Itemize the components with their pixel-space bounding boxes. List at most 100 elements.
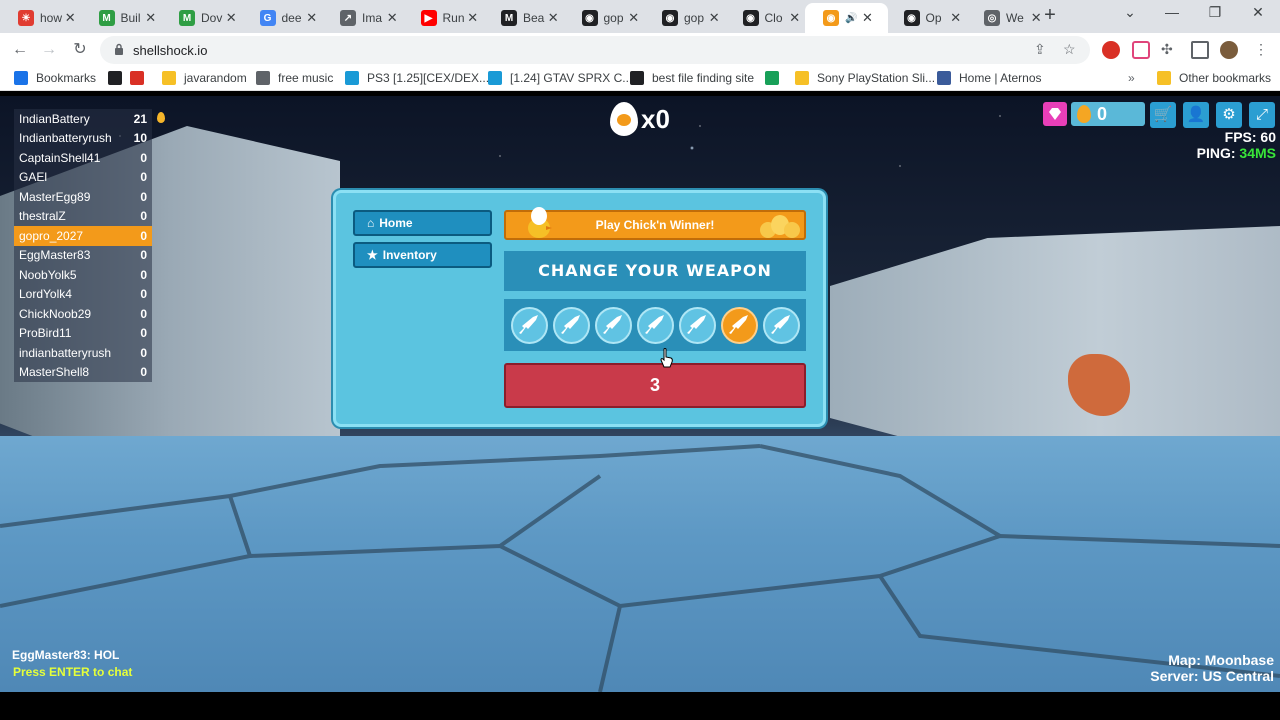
add-friend-button[interactable]: 👤 xyxy=(1183,102,1209,128)
settings-button[interactable]: ⚙ xyxy=(1216,102,1242,128)
weapon-slot-whipper[interactable] xyxy=(678,306,716,344)
tab-close-icon[interactable]: ✕ xyxy=(949,10,962,26)
bookmark-item[interactable]: javarandom xyxy=(162,71,247,85)
address-bar[interactable]: shellshock.io ⇪ ☆ xyxy=(100,36,1090,64)
tab-close-icon[interactable]: ✕ xyxy=(708,10,721,26)
tab-favicon-icon: ◉ xyxy=(823,10,839,26)
player-score: 10 xyxy=(133,131,147,146)
extension-icon[interactable] xyxy=(1132,41,1150,59)
browser-tab[interactable]: Gdee ✕ xyxy=(242,3,325,33)
tab-close-icon[interactable]: ✕ xyxy=(386,10,399,26)
tab-close-icon[interactable]: ✕ xyxy=(788,10,801,26)
browser-tab[interactable]: M Bea ✕ xyxy=(483,3,566,33)
puzzle-icon[interactable]: ✣ xyxy=(1161,41,1179,59)
bookmark-item[interactable] xyxy=(765,71,779,85)
tab-title: Dov xyxy=(201,11,223,25)
game-viewport[interactable]: IndianBattery 21 Indianbatteryrush 10 Captai… xyxy=(0,96,1280,692)
gun-icon xyxy=(561,315,580,334)
bookmark-label: Home | Aternos xyxy=(959,71,1042,85)
browser-tab[interactable]: ◉ Op ✕ xyxy=(886,3,969,33)
bookmark-item[interactable]: Home | Aternos xyxy=(937,71,1042,85)
browser-tab[interactable]: ◉ Clo ✕ xyxy=(725,3,808,33)
forward-button[interactable]: → xyxy=(38,39,60,61)
tab-close-icon[interactable]: ✕ xyxy=(547,10,560,26)
tab-favicon-icon: M xyxy=(98,10,115,26)
shop-cart-button[interactable]: 🛒 xyxy=(1150,102,1176,128)
tab-close-icon[interactable]: ✕ xyxy=(466,10,479,26)
browser-toolbar: ← → ↻ shellshock.io ⇪ ☆ ✣ ⋮ xyxy=(0,33,1280,67)
bookmark-item[interactable] xyxy=(108,71,122,85)
share-icon[interactable]: ⇪ xyxy=(1034,41,1046,58)
chat-hint[interactable]: Press ENTER to chat xyxy=(13,665,132,679)
browser-tab[interactable]: M Dov ✕ xyxy=(161,3,244,33)
inventory-button[interactable]: ★ Inventory xyxy=(353,242,492,268)
tab-favicon-icon: ◉ xyxy=(662,10,678,26)
tab-close-icon[interactable]: ✕ xyxy=(305,10,318,26)
other-bookmarks[interactable]: Other bookmarks xyxy=(1157,71,1271,85)
weapon-slot-scrambler[interactable] xyxy=(552,306,590,344)
other-bookmarks-label: Other bookmarks xyxy=(1179,71,1272,85)
bookmark-icon xyxy=(162,71,176,85)
bookmark-star-icon[interactable]: ☆ xyxy=(1063,41,1076,58)
avatar[interactable] xyxy=(1220,41,1238,59)
back-button[interactable]: ← xyxy=(9,39,31,61)
bookmark-item[interactable]: best file finding site xyxy=(630,71,754,85)
scoreboard-row: thestralZ 0 xyxy=(14,206,152,226)
weapon-slot-rpegg[interactable] xyxy=(636,306,674,344)
bookmark-icon xyxy=(130,71,144,85)
player-name: IndianBattery xyxy=(19,111,90,126)
scoreboard: IndianBattery 21 Indianbatteryrush 10 Captai… xyxy=(14,109,152,382)
minimize-button[interactable]: — xyxy=(1160,4,1184,20)
weapon-slot-free-ranger[interactable] xyxy=(594,306,632,344)
browser-tab[interactable]: ▶ Run ✕ xyxy=(403,3,486,33)
tab-close-icon[interactable]: ✕ xyxy=(144,10,157,26)
more-bookmarks-icon[interactable]: » xyxy=(1128,71,1135,85)
tab-favicon-icon: M xyxy=(501,10,517,26)
tab-close-icon[interactable]: ✕ xyxy=(64,10,77,26)
browser-tab[interactable]: ◉ gop ✕ xyxy=(644,3,727,33)
home-button[interactable]: ⌂ Home xyxy=(353,210,492,236)
bookmark-item[interactable]: Sony PlayStation Sli... xyxy=(795,71,935,85)
extension-icon[interactable] xyxy=(1102,41,1120,59)
bookmark-icon xyxy=(795,71,809,85)
close-window-button[interactable]: ✕ xyxy=(1246,4,1270,21)
bookmark-item[interactable]: Bookmarks xyxy=(14,71,96,85)
scoreboard-row: CaptainShell41 0 xyxy=(14,148,152,168)
respawn-countdown-button[interactable]: 3 xyxy=(504,363,806,408)
tab-search-icon[interactable]: ⌄ xyxy=(1118,4,1142,21)
menu-icon[interactable]: ⋮ xyxy=(1252,41,1270,59)
tab-title: Run xyxy=(442,11,465,25)
browser-tab[interactable]: ↗ Ima ✕ xyxy=(322,3,405,33)
scoreboard-row: EggMaster83 0 xyxy=(14,245,152,265)
restore-button[interactable]: ❐ xyxy=(1203,4,1227,21)
reload-button[interactable]: ↻ xyxy=(69,39,91,61)
weapon-slot-eggk47[interactable] xyxy=(510,306,548,344)
tab-title: gop xyxy=(603,11,624,25)
bookmark-item[interactable]: [1.24] GTAV SPRX C... xyxy=(488,71,632,85)
tab-close-icon[interactable]: ✕ xyxy=(859,10,875,26)
speaker-icon[interactable]: 🔊 xyxy=(845,13,857,24)
bookmark-item[interactable]: PS3 [1.25][CEX/DEX... xyxy=(345,71,489,85)
bookmark-label: Bookmarks xyxy=(36,71,97,85)
star-icon: ★ xyxy=(367,248,378,262)
play-chick-winner-button[interactable]: Play Chick'n Winner! xyxy=(504,207,806,240)
tab-close-icon[interactable]: ✕ xyxy=(627,10,640,26)
tab-close-icon[interactable]: ✕ xyxy=(225,10,238,26)
weapon-slot-tri-hard[interactable] xyxy=(762,306,800,344)
browser-tab[interactable]: M Buil ✕ xyxy=(81,3,164,33)
bookmark-item[interactable]: free music xyxy=(256,71,333,85)
tab-title: Ima xyxy=(362,11,383,25)
gem-shop-button[interactable] xyxy=(1043,102,1067,126)
browser-tab[interactable]: ◉ gop ✕ xyxy=(564,3,647,33)
browser-tab[interactable]: ☀ how ✕ xyxy=(0,3,83,33)
browser-tab[interactable]: ◉ 🔊 ✕ xyxy=(805,3,888,33)
new-tab-button[interactable]: + xyxy=(1040,5,1060,25)
bookmark-item[interactable] xyxy=(130,71,144,85)
bookmark-label: [1.24] GTAV SPRX C... xyxy=(510,71,633,85)
bookmarks-bar: Bookmarks javarandom free music PS3 [1.25][… xyxy=(0,67,1280,91)
fullscreen-button[interactable]: ⤢ xyxy=(1249,102,1275,128)
browser-tab[interactable]: ◎ We ✕ xyxy=(966,3,1049,33)
weapon-slot-crackshot[interactable] xyxy=(720,306,758,344)
side-panel-icon[interactable] xyxy=(1191,41,1209,59)
tab-strip: ☀ how ✕ M Buil ✕ M Dov ✕ Gdee ✕ ↗ Ima ✕ ▶ Run ✕ M Bea ✕ ◉ gop… xyxy=(0,0,1280,33)
